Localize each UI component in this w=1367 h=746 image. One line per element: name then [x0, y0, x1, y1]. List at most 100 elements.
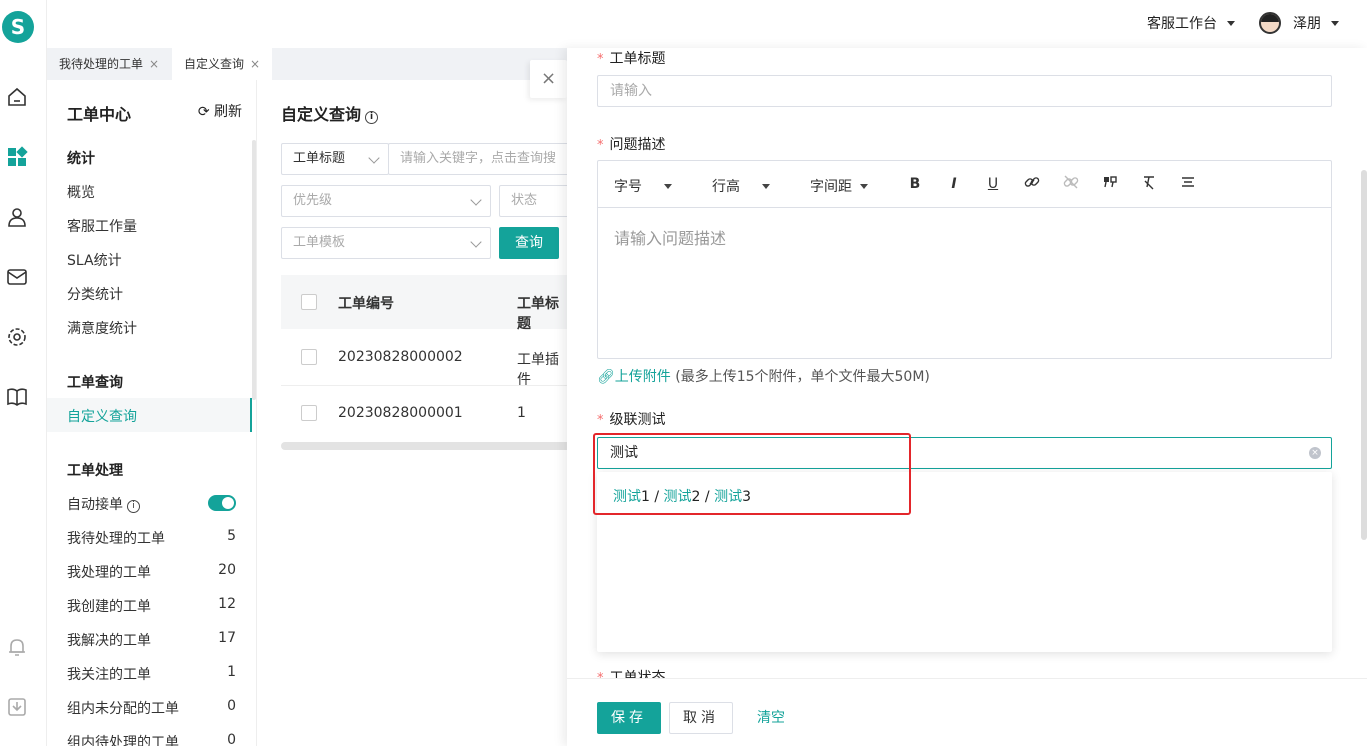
- work-order-sidebar: 工单中心 ⟳ 刷新 统计 概览 客服工作量 SLA统计 分类统计 满意度统计 工…: [47, 80, 257, 746]
- underline-icon[interactable]: U: [983, 174, 1003, 194]
- link-icon[interactable]: [1022, 174, 1042, 194]
- bold-icon[interactable]: B: [905, 174, 925, 194]
- keyword-input[interactable]: 请输入关键字，点击查询搜: [388, 143, 588, 175]
- chevron-down-icon: [1227, 20, 1235, 26]
- line-height-label: 行高: [712, 179, 740, 195]
- clear-format-icon[interactable]: [1139, 174, 1159, 194]
- clear-icon[interactable]: ×: [1309, 447, 1321, 459]
- select-all-checkbox[interactable]: [301, 294, 317, 310]
- letter-spacing-label: 字间距: [810, 179, 852, 195]
- book-icon[interactable]: [6, 386, 28, 408]
- query-button[interactable]: 查询: [499, 227, 559, 259]
- icon-rail: S: [0, 0, 47, 746]
- font-size-dropdown[interactable]: 字号: [614, 176, 672, 196]
- column-header[interactable]: 工单标题: [517, 293, 571, 333]
- priority-select[interactable]: 优先级: [281, 185, 491, 217]
- info-icon[interactable]: i: [127, 500, 140, 513]
- template-select[interactable]: 工单模板: [281, 227, 491, 259]
- close-icon[interactable]: ×: [149, 57, 159, 71]
- custom-query-panel: 自定义查询 i 工单标题 请输入关键字，点击查询搜 优先级 状态 工单模板 查询 …: [257, 80, 589, 746]
- download-icon[interactable]: [6, 696, 28, 718]
- tab-my-pending[interactable]: 我待处理的工单 ×: [47, 48, 171, 80]
- sidebar-item-overview[interactable]: 概览: [67, 182, 95, 202]
- auto-accept-label: 自动接单 i: [67, 494, 140, 514]
- sidebar-item-my-followed[interactable]: 我关注的工单: [67, 664, 151, 684]
- status-placeholder: 状态: [511, 193, 538, 208]
- cascade-label-text: 级联测试: [609, 412, 666, 428]
- align-icon[interactable]: [1178, 174, 1198, 194]
- sidebar-item-group-pending[interactable]: 组内待处理的工单: [67, 732, 179, 746]
- font-size-label: 字号: [614, 179, 642, 195]
- sidebar-item-my-handled[interactable]: 我处理的工单: [67, 562, 151, 582]
- close-icon[interactable]: ×: [250, 57, 260, 71]
- description-label-text: 问题描述: [609, 137, 666, 153]
- workspace-switcher[interactable]: 客服工作台: [1147, 13, 1235, 33]
- status-label-text: 工单状态: [609, 670, 666, 678]
- cell-title: 工单插件: [517, 352, 559, 388]
- highlight-annotation: [593, 433, 911, 515]
- tab-label: 我待处理的工单: [59, 57, 144, 71]
- sidebar-item-my-pending[interactable]: 我待处理的工单: [67, 528, 165, 548]
- table-scrollbar[interactable]: [281, 442, 571, 450]
- clear-button[interactable]: 清空: [757, 702, 785, 734]
- rich-text-editor[interactable]: 字号 行高 字间距 B I U 请输入问题描述: [597, 160, 1332, 359]
- avatar: [1259, 12, 1281, 34]
- quote-icon[interactable]: [1100, 174, 1120, 194]
- apps-icon[interactable]: [6, 146, 28, 168]
- section-query: 工单查询: [67, 375, 123, 391]
- cell-id: 20230828000002: [338, 349, 463, 365]
- auto-accept-toggle[interactable]: [208, 495, 236, 511]
- user-menu[interactable]: 泽朋: [1259, 12, 1339, 34]
- cell-id: 20230828000001: [338, 405, 463, 421]
- required-mark: *: [597, 671, 604, 678]
- cell-title: 1: [517, 405, 526, 421]
- unlink-icon[interactable]: [1061, 174, 1081, 194]
- contacts-icon[interactable]: [6, 206, 28, 228]
- italic-icon[interactable]: I: [944, 174, 964, 194]
- create-ticket-drawer: * 工单标题 请输入 * 问题描述 字号 行高 字间距 B I U 请输入问题描…: [567, 48, 1367, 746]
- gear-icon[interactable]: [6, 326, 28, 348]
- app-logo[interactable]: S: [2, 11, 34, 43]
- field-select[interactable]: 工单标题: [281, 143, 389, 175]
- drawer-scrollbar[interactable]: [1361, 170, 1367, 540]
- top-right-controls: 客服工作台 泽朋: [1147, 12, 1339, 34]
- required-mark: *: [597, 413, 604, 428]
- info-icon[interactable]: i: [365, 111, 379, 124]
- cascade-label: * 级联测试: [597, 409, 666, 429]
- mail-icon[interactable]: [6, 266, 28, 288]
- sidebar-item-satisfaction[interactable]: 满意度统计: [67, 318, 137, 338]
- table-header: 工单编号 工单标题: [281, 275, 571, 332]
- row-checkbox[interactable]: [301, 349, 317, 365]
- sidebar-item-sla[interactable]: SLA统计: [67, 250, 122, 270]
- save-button[interactable]: 保存: [597, 702, 661, 734]
- upload-link[interactable]: 🔗︎上传附件: [597, 369, 671, 385]
- line-height-dropdown[interactable]: 行高: [712, 176, 770, 196]
- home-icon[interactable]: [6, 86, 28, 108]
- count-badge: 1: [227, 664, 236, 680]
- sidebar-item-custom-query[interactable]: 自定义查询: [67, 406, 137, 426]
- row-checkbox[interactable]: [301, 405, 317, 421]
- sidebar-item-my-resolved[interactable]: 我解决的工单: [67, 630, 151, 650]
- sidebar-scrollbar[interactable]: [252, 140, 256, 400]
- letter-spacing-dropdown[interactable]: 字间距: [810, 176, 868, 196]
- tab-custom-query[interactable]: 自定义查询 ×: [172, 48, 273, 80]
- sidebar-item-category[interactable]: 分类统计: [67, 284, 123, 304]
- column-header[interactable]: 工单编号: [338, 293, 394, 313]
- drawer-close-button[interactable]: ×: [530, 60, 567, 98]
- bell-icon[interactable]: [6, 636, 28, 658]
- description-label: * 问题描述: [597, 134, 666, 154]
- cancel-button[interactable]: 取消: [669, 702, 733, 734]
- count-badge: 0: [227, 698, 236, 714]
- count-badge: 17: [218, 630, 236, 646]
- tab-label: 自定义查询: [184, 57, 245, 71]
- ticket-title-label: * 工单标题: [597, 48, 666, 68]
- refresh-button[interactable]: ⟳ 刷新: [198, 101, 242, 121]
- sidebar-item-my-created[interactable]: 我创建的工单: [67, 596, 151, 616]
- sidebar-item-workload[interactable]: 客服工作量: [67, 216, 137, 236]
- refresh-label: 刷新: [214, 104, 242, 120]
- required-mark: *: [597, 52, 604, 67]
- sidebar-item-group-unassigned[interactable]: 组内未分配的工单: [67, 698, 179, 718]
- drawer-footer: 保存 取消 清空: [567, 678, 1367, 746]
- ticket-title-input[interactable]: 请输入: [597, 75, 1332, 107]
- count-badge: 5: [227, 528, 236, 544]
